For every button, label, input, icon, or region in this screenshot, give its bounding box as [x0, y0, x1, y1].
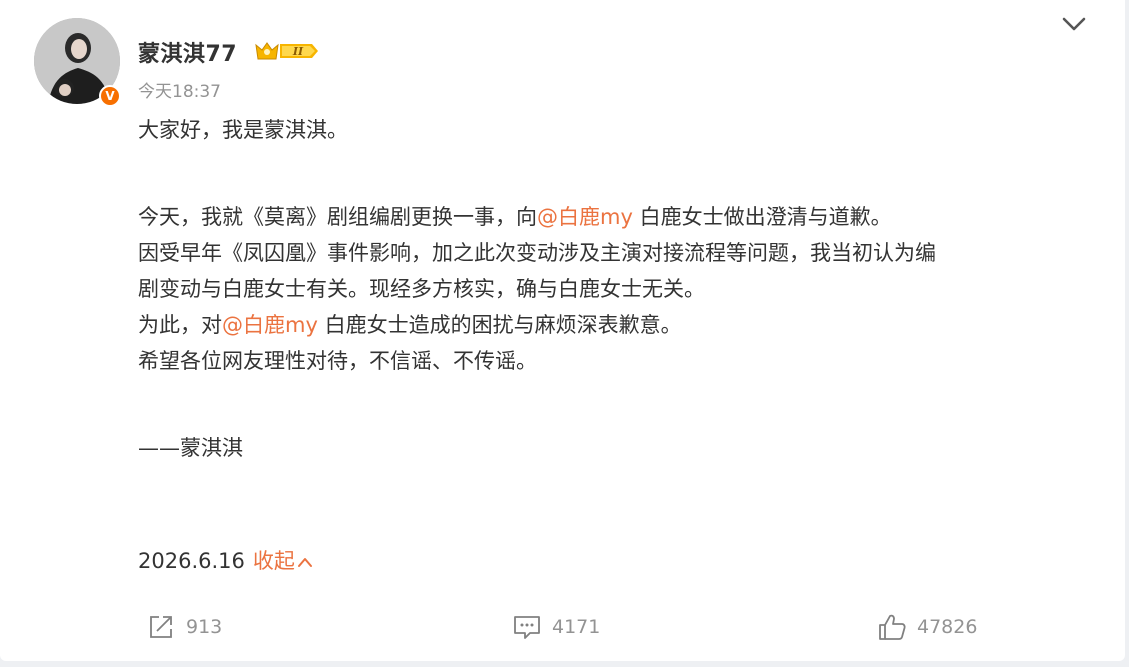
content-text: 白鹿女士造成的困扰与麻烦深表歉意。	[317, 313, 682, 337]
content-text: 白鹿女士做出澄清与道歉。	[632, 205, 892, 229]
signature: ——蒙淇淇	[138, 436, 243, 460]
like-button[interactable]: 47826	[877, 612, 977, 642]
comment-icon	[514, 616, 540, 639]
like-count: 47826	[917, 616, 978, 638]
post-date: 2026.6.16	[138, 549, 245, 573]
content-line: 希望各位网友理性对待，不信谣、不传谣。	[138, 349, 537, 373]
share-icon	[150, 616, 172, 638]
mention-link[interactable]: @白鹿my	[537, 205, 633, 229]
weibo-post-card: V 蒙淇淇77 II 今天18:37 大家好，我是蒙淇淇。 今天，我就《莫离》剧…	[0, 0, 1125, 661]
content-line: 因受早年《凤囚凰》事件影响，加之此次变动涉及主演对接流程等问题，我当初认为编	[138, 241, 936, 265]
repost-count: 913	[186, 616, 223, 638]
mention-link[interactable]: @白鹿my	[222, 313, 318, 337]
comment-count: 4171	[552, 616, 601, 638]
vip-level-text: II	[292, 45, 304, 58]
content-text: 今天，我就《莫离》剧组编剧更换一事，向	[138, 205, 537, 229]
username[interactable]: 蒙淇淇77	[138, 36, 237, 68]
repost-button[interactable]: 913	[146, 612, 222, 642]
vip-level-badge-icon[interactable]: II	[254, 39, 320, 63]
content-line: 剧变动与白鹿女士有关。现经多方核实，确与白鹿女士无关。	[138, 277, 705, 301]
chevron-down-icon[interactable]	[1060, 12, 1088, 36]
post-footer: 2026.6.16 收起	[138, 545, 313, 575]
comment-button[interactable]: 4171	[512, 612, 600, 642]
chevron-up-icon	[297, 558, 312, 567]
collapse-button[interactable]: 收起	[253, 549, 313, 573]
collapse-label: 收起	[252, 549, 295, 573]
content-line: 今天，我就《莫离》剧组编剧更换一事，向@白鹿my 白鹿女士做出澄清与道歉。	[138, 199, 1098, 235]
post-time[interactable]: 今天18:37	[138, 77, 221, 102]
thumbs-up-icon	[879, 614, 906, 640]
verified-badge-icon: V	[99, 85, 121, 107]
content-text: 为此，对	[138, 313, 222, 337]
post-content: 大家好，我是蒙淇淇。 今天，我就《莫离》剧组编剧更换一事，向@白鹿my 白鹿女士…	[138, 112, 1098, 466]
content-line: 大家好，我是蒙淇淇。	[138, 118, 348, 142]
content-line: 为此，对@白鹿my 白鹿女士造成的困扰与麻烦深表歉意。	[138, 307, 1098, 343]
action-bar: 913 4171 47826	[0, 612, 1125, 648]
